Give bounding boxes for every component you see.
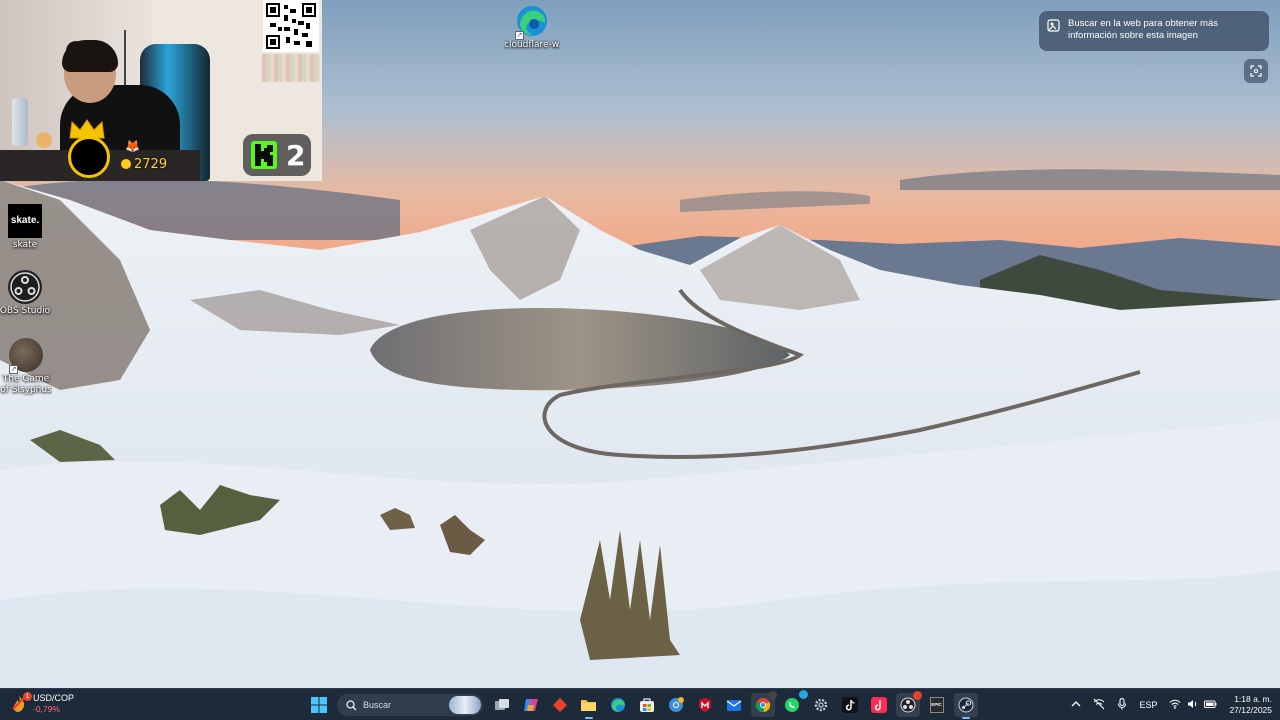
water-bottle [12,98,28,146]
taskbar-search[interactable]: Buscar [337,694,483,716]
network-off-icon[interactable] [1093,698,1105,712]
chrome-profile-badge [767,691,777,700]
store-icon [639,698,654,712]
wifi-icon[interactable] [1169,699,1181,711]
desktop-icon-skate[interactable]: skate. skate [0,204,53,251]
taskbar-app-mail[interactable] [722,693,746,717]
desktop-icon-label: The Game of Sisyphus [0,374,52,395]
desktop-icon-sisyphus[interactable]: ↗ The Game of Sisyphus [0,338,54,396]
taskbar-app-tiktok[interactable] [838,693,862,717]
browser-icon [668,697,684,712]
search-icon [346,699,357,710]
fox-icon: 🦊 [125,139,140,153]
taskbar: 1 USD/COP -0,79% Buscar EPIC ESP 1:18 a.… [0,688,1280,720]
coin-counter: 2729 [121,157,167,172]
taskbar-center: Buscar EPIC [304,690,980,719]
tiktok-icon [841,697,858,713]
kick-logo-icon [251,141,277,169]
edge-icon [610,698,625,712]
taskbar-app-steam[interactable] [953,693,978,719]
scan-icon [1250,65,1262,77]
taskbar-app-tiktok-live[interactable] [867,693,891,717]
widget-title: USD/COP [33,693,75,703]
folder-icon [581,700,596,711]
desktop-icon-label: cloudflare-w... [504,40,560,50]
input-language[interactable]: ESP [1139,700,1157,710]
battery-icon[interactable] [1204,699,1217,711]
taskbar-app-chrome-canary[interactable] [664,693,688,717]
obs-icon [900,697,915,713]
visual-search-card[interactable]: Buscar en la web para obtener más inform… [1039,11,1269,51]
epic-icon: EPIC [929,697,944,713]
taskbar-app-file-explorer[interactable] [577,693,601,719]
copilot-icon [523,699,538,711]
coin-count: 2729 [134,157,168,172]
clock-date: 27/12/2025 [1229,705,1272,715]
steam-icon [958,697,973,713]
taskbar-app-task-view[interactable] [490,693,514,717]
taskbar-app-whatsapp[interactable] [780,690,808,717]
taskbar-app-obs[interactable] [895,691,922,717]
taskbar-app-settings[interactable] [809,693,833,717]
qr-code-icon [266,3,316,49]
gear-icon [814,698,827,712]
shield-m-icon [698,698,711,712]
avatar [68,136,110,178]
taskbar-app-mcafee[interactable] [693,693,717,717]
shortcut-arrow-icon: ↗ [9,365,18,374]
volume-icon[interactable] [1187,699,1198,711]
streamer-hair-bun [66,41,86,61]
small-toy [36,132,52,148]
system-tray: ESP 1:18 a. m. 27/12/2025 [1065,689,1280,720]
notification-badge: 1 [23,692,32,701]
desktop-icon-obs[interactable]: OBS Studio [0,270,53,317]
search-placeholder: Buscar [363,700,392,710]
whatsapp-icon [784,698,799,712]
edge-icon: ↗ [515,4,549,40]
skate-icon: skate. [8,204,42,238]
wall-stickers [262,54,320,82]
image-search-icon [1047,19,1060,32]
sisyphus-icon: ↗ [9,338,43,374]
widget-value: -0,79% [33,704,60,714]
desktop-icon-label: OBS Studio [0,306,51,316]
visual-search-button[interactable] [1244,59,1268,83]
taskbar-app-store[interactable] [635,693,659,717]
qr-code [263,0,319,52]
webcam-overlay: 🦊 2729 2 [0,0,322,181]
kick-viewer-count: 2 [286,138,306,172]
coin-icon [121,159,131,169]
visual-search-prompt: Buscar en la web para obtener más inform… [1068,18,1218,41]
tiktok-live-icon [870,697,887,713]
microphone-icon[interactable] [1117,697,1127,712]
taskbar-app-epic[interactable]: EPIC [925,693,949,717]
taskbar-app-edge[interactable] [606,693,630,717]
widgets-button[interactable]: 1 USD/COP -0,79% [10,692,75,715]
shortcut-arrow-icon: ↗ [515,31,524,40]
desktop-icon-label: skate [12,240,38,250]
whatsapp-unread-badge [798,690,808,699]
start-button[interactable] [307,693,331,717]
mail-icon [726,700,741,711]
diamond-app-icon [552,698,567,712]
mic-stand [124,30,134,90]
search-highlight-icon [449,696,481,714]
obs-icon [8,270,42,304]
currency-flame-icon: 1 [10,692,32,713]
desktop-icon-cloudflare[interactable]: ↗ cloudflare-w... [504,4,560,51]
taskbar-app-git[interactable] [548,693,572,717]
kick-viewer-badge: 2 [243,134,311,176]
obs-recording-badge [912,691,922,700]
task-view-icon [494,699,509,710]
chrome-icon [755,698,770,713]
taskbar-app-copilot[interactable] [519,693,543,717]
clock[interactable]: 1:18 a. m. 27/12/2025 [1229,694,1272,716]
windows-logo-icon [310,697,327,713]
taskbar-app-chrome[interactable] [750,691,777,717]
clock-time: 1:18 a. m. [1234,694,1272,704]
show-hidden-icons-chevron-up-icon[interactable] [1071,700,1081,710]
